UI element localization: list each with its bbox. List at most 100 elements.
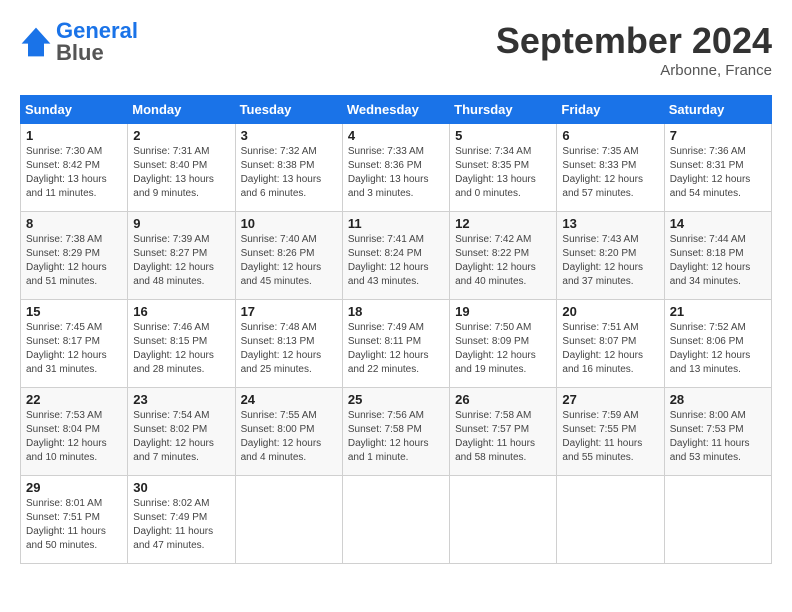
calendar-cell: 18 Sunrise: 7:49 AM Sunset: 8:11 PM Dayl… [342,300,449,388]
day-number: 26 [455,392,551,407]
calendar-row: 22 Sunrise: 7:53 AM Sunset: 8:04 PM Dayl… [21,388,772,476]
day-info: Sunrise: 7:41 AM Sunset: 8:24 PM Dayligh… [348,233,444,289]
day-info: Sunrise: 8:01 AM Sunset: 7:51 PM Dayligh… [26,497,122,553]
day-info: Sunrise: 7:58 AM Sunset: 7:57 PM Dayligh… [455,409,551,465]
day-number: 8 [26,216,122,231]
calendar-cell: 29 Sunrise: 8:01 AM Sunset: 7:51 PM Dayl… [21,476,128,564]
day-number: 23 [133,392,229,407]
day-number: 30 [133,480,229,495]
day-info: Sunrise: 7:40 AM Sunset: 8:26 PM Dayligh… [241,233,337,289]
col-monday: Monday [128,96,235,124]
title-block: September 2024 Arbonne, France [496,20,772,79]
day-number: 11 [348,216,444,231]
day-number: 4 [348,128,444,143]
day-info: Sunrise: 7:51 AM Sunset: 8:07 PM Dayligh… [562,321,658,377]
logo-icon [20,26,52,58]
day-info: Sunrise: 7:50 AM Sunset: 8:09 PM Dayligh… [455,321,551,377]
day-info: Sunrise: 7:48 AM Sunset: 8:13 PM Dayligh… [241,321,337,377]
calendar-cell: 21 Sunrise: 7:52 AM Sunset: 8:06 PM Dayl… [664,300,771,388]
calendar-row: 1 Sunrise: 7:30 AM Sunset: 8:42 PM Dayli… [21,124,772,212]
calendar-cell: 2 Sunrise: 7:31 AM Sunset: 8:40 PM Dayli… [128,124,235,212]
col-friday: Friday [557,96,664,124]
day-number: 20 [562,304,658,319]
day-number: 2 [133,128,229,143]
day-info: Sunrise: 7:32 AM Sunset: 8:38 PM Dayligh… [241,145,337,201]
calendar-cell: 10 Sunrise: 7:40 AM Sunset: 8:26 PM Dayl… [235,212,342,300]
day-number: 9 [133,216,229,231]
day-number: 15 [26,304,122,319]
calendar-cell [235,476,342,564]
calendar-cell: 7 Sunrise: 7:36 AM Sunset: 8:31 PM Dayli… [664,124,771,212]
day-info: Sunrise: 8:02 AM Sunset: 7:49 PM Dayligh… [133,497,229,553]
calendar-cell: 13 Sunrise: 7:43 AM Sunset: 8:20 PM Dayl… [557,212,664,300]
calendar-cell: 6 Sunrise: 7:35 AM Sunset: 8:33 PM Dayli… [557,124,664,212]
calendar-header: Sunday Monday Tuesday Wednesday Thursday… [21,96,772,124]
day-info: Sunrise: 7:33 AM Sunset: 8:36 PM Dayligh… [348,145,444,201]
day-info: Sunrise: 7:49 AM Sunset: 8:11 PM Dayligh… [348,321,444,377]
calendar-cell: 30 Sunrise: 8:02 AM Sunset: 7:49 PM Dayl… [128,476,235,564]
calendar-cell [664,476,771,564]
calendar-cell: 11 Sunrise: 7:41 AM Sunset: 8:24 PM Dayl… [342,212,449,300]
calendar-cell: 19 Sunrise: 7:50 AM Sunset: 8:09 PM Dayl… [450,300,557,388]
calendar-cell: 26 Sunrise: 7:58 AM Sunset: 7:57 PM Dayl… [450,388,557,476]
calendar-cell [450,476,557,564]
col-sunday: Sunday [21,96,128,124]
day-info: Sunrise: 7:31 AM Sunset: 8:40 PM Dayligh… [133,145,229,201]
day-info: Sunrise: 7:44 AM Sunset: 8:18 PM Dayligh… [670,233,766,289]
day-info: Sunrise: 7:46 AM Sunset: 8:15 PM Dayligh… [133,321,229,377]
day-number: 6 [562,128,658,143]
calendar-cell: 22 Sunrise: 7:53 AM Sunset: 8:04 PM Dayl… [21,388,128,476]
calendar-cell [557,476,664,564]
day-number: 25 [348,392,444,407]
day-number: 18 [348,304,444,319]
day-number: 5 [455,128,551,143]
calendar-cell: 28 Sunrise: 8:00 AM Sunset: 7:53 PM Dayl… [664,388,771,476]
day-number: 10 [241,216,337,231]
day-info: Sunrise: 7:35 AM Sunset: 8:33 PM Dayligh… [562,145,658,201]
calendar-row: 29 Sunrise: 8:01 AM Sunset: 7:51 PM Dayl… [21,476,772,564]
day-number: 17 [241,304,337,319]
calendar-cell: 15 Sunrise: 7:45 AM Sunset: 8:17 PM Dayl… [21,300,128,388]
day-number: 3 [241,128,337,143]
day-info: Sunrise: 7:45 AM Sunset: 8:17 PM Dayligh… [26,321,122,377]
calendar-cell: 20 Sunrise: 7:51 AM Sunset: 8:07 PM Dayl… [557,300,664,388]
calendar-cell: 24 Sunrise: 7:55 AM Sunset: 8:00 PM Dayl… [235,388,342,476]
day-info: Sunrise: 7:34 AM Sunset: 8:35 PM Dayligh… [455,145,551,201]
calendar-cell: 14 Sunrise: 7:44 AM Sunset: 8:18 PM Dayl… [664,212,771,300]
calendar-cell: 8 Sunrise: 7:38 AM Sunset: 8:29 PM Dayli… [21,212,128,300]
month-title: September 2024 [496,20,772,62]
calendar-cell: 12 Sunrise: 7:42 AM Sunset: 8:22 PM Dayl… [450,212,557,300]
calendar-table: Sunday Monday Tuesday Wednesday Thursday… [20,95,772,564]
calendar-cell: 5 Sunrise: 7:34 AM Sunset: 8:35 PM Dayli… [450,124,557,212]
day-number: 14 [670,216,766,231]
calendar-row: 8 Sunrise: 7:38 AM Sunset: 8:29 PM Dayli… [21,212,772,300]
location: Arbonne, France [496,62,772,79]
col-saturday: Saturday [664,96,771,124]
calendar-row: 15 Sunrise: 7:45 AM Sunset: 8:17 PM Dayl… [21,300,772,388]
day-info: Sunrise: 7:53 AM Sunset: 8:04 PM Dayligh… [26,409,122,465]
page-header: GeneralBlue September 2024 Arbonne, Fran… [20,20,772,79]
calendar-cell: 16 Sunrise: 7:46 AM Sunset: 8:15 PM Dayl… [128,300,235,388]
day-number: 1 [26,128,122,143]
calendar-cell: 9 Sunrise: 7:39 AM Sunset: 8:27 PM Dayli… [128,212,235,300]
day-info: Sunrise: 7:36 AM Sunset: 8:31 PM Dayligh… [670,145,766,201]
calendar-cell: 27 Sunrise: 7:59 AM Sunset: 7:55 PM Dayl… [557,388,664,476]
day-number: 22 [26,392,122,407]
day-info: Sunrise: 8:00 AM Sunset: 7:53 PM Dayligh… [670,409,766,465]
day-number: 29 [26,480,122,495]
day-info: Sunrise: 7:54 AM Sunset: 8:02 PM Dayligh… [133,409,229,465]
day-number: 19 [455,304,551,319]
day-info: Sunrise: 7:55 AM Sunset: 8:00 PM Dayligh… [241,409,337,465]
day-info: Sunrise: 7:30 AM Sunset: 8:42 PM Dayligh… [26,145,122,201]
day-number: 12 [455,216,551,231]
col-wednesday: Wednesday [342,96,449,124]
day-info: Sunrise: 7:52 AM Sunset: 8:06 PM Dayligh… [670,321,766,377]
day-info: Sunrise: 7:59 AM Sunset: 7:55 PM Dayligh… [562,409,658,465]
calendar-cell: 25 Sunrise: 7:56 AM Sunset: 7:58 PM Dayl… [342,388,449,476]
logo: GeneralBlue [20,20,138,64]
day-number: 16 [133,304,229,319]
calendar-cell: 23 Sunrise: 7:54 AM Sunset: 8:02 PM Dayl… [128,388,235,476]
calendar-cell: 4 Sunrise: 7:33 AM Sunset: 8:36 PM Dayli… [342,124,449,212]
calendar-cell: 3 Sunrise: 7:32 AM Sunset: 8:38 PM Dayli… [235,124,342,212]
day-info: Sunrise: 7:39 AM Sunset: 8:27 PM Dayligh… [133,233,229,289]
